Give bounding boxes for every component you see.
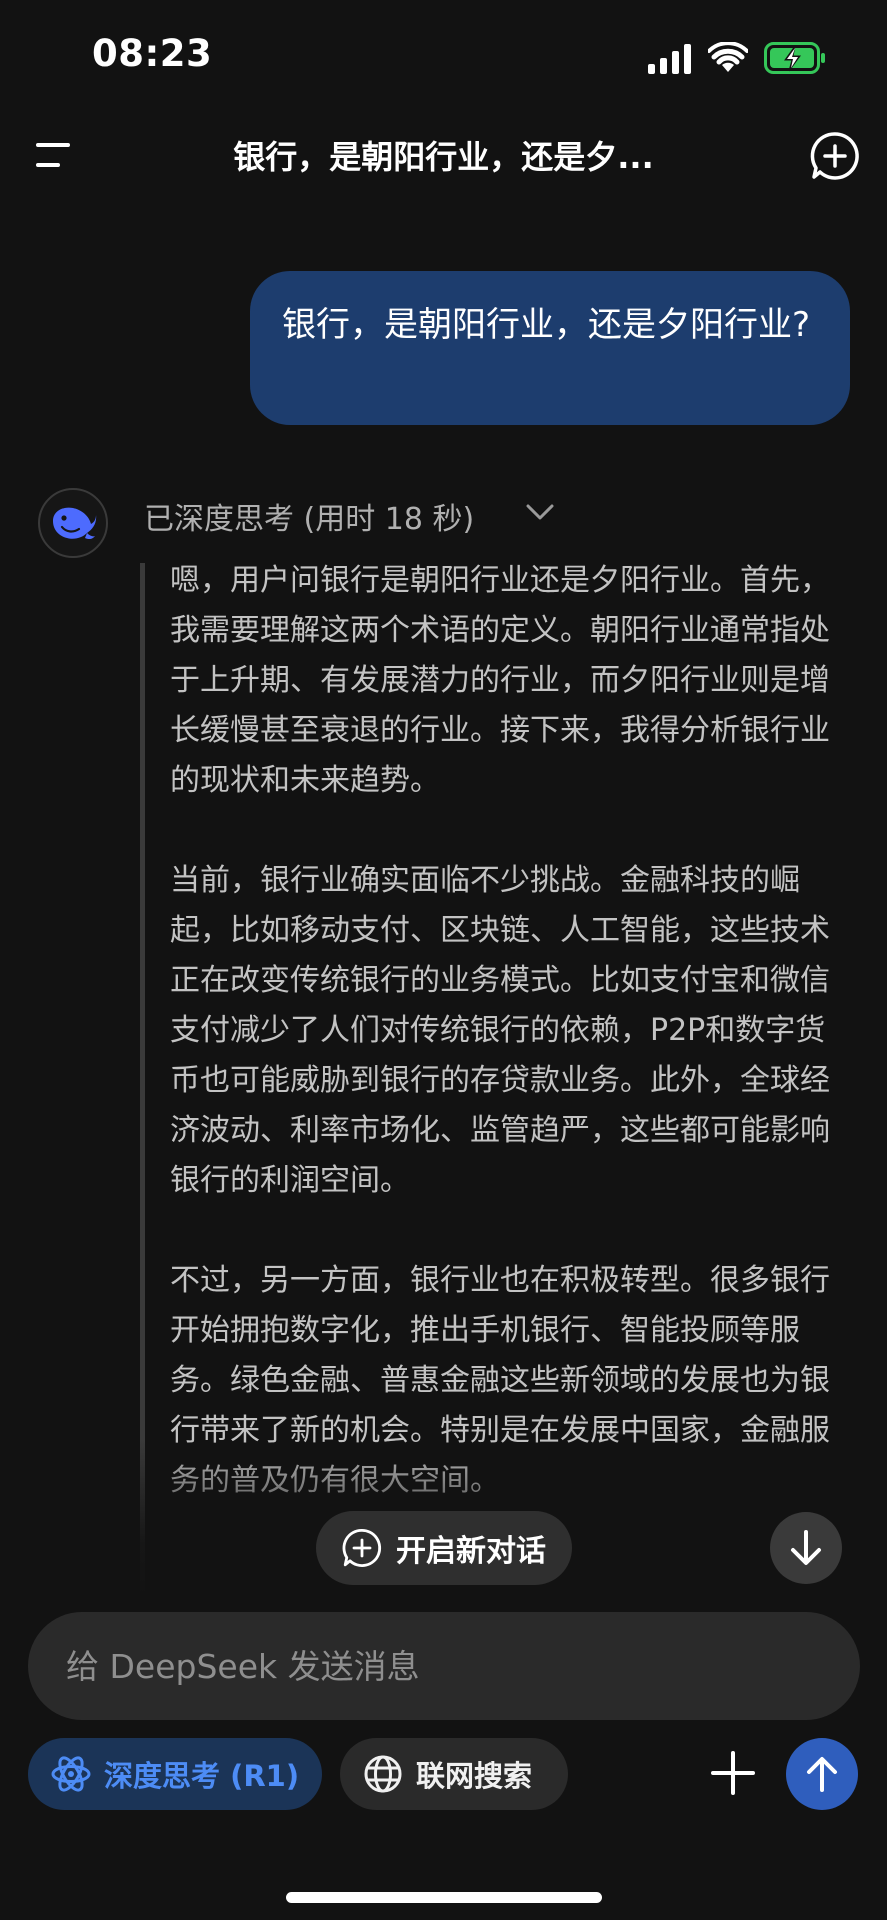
web-search-label: 联网搜索 (416, 1759, 533, 1793)
web-search-toggle[interactable]: 联网搜索 (340, 1738, 568, 1810)
cellular-signal-icon (648, 44, 691, 74)
attach-plus-icon[interactable] (708, 1748, 758, 1798)
wifi-icon (708, 42, 748, 72)
status-time: 08:23 (92, 32, 213, 75)
atom-icon (51, 1756, 91, 1792)
new-chat-icon[interactable] (810, 131, 860, 181)
new-dialog-label: 开启新对话 (396, 1534, 546, 1569)
new-dialog-button[interactable]: 开启新对话 (316, 1511, 572, 1585)
chevron-down-icon[interactable] (524, 500, 556, 524)
arrow-down-icon (791, 1530, 821, 1565)
arrow-up-icon (807, 1757, 837, 1792)
deep-think-label: 深度思考 (R1) (104, 1759, 300, 1793)
battery-charging-icon (764, 42, 825, 74)
message-input[interactable] (64, 1645, 828, 1687)
globe-icon (364, 1755, 402, 1793)
user-message-bubble: 银行，是朝阳行业，还是夕阳行业? (250, 271, 850, 425)
thinking-content: 嗯，用户问银行是朝阳行业还是夕阳行业。首先，我需要理解这两个术语的定义。朝阳行业… (170, 556, 850, 1556)
scroll-to-bottom-button[interactable] (770, 1512, 842, 1584)
conversation-title: 银行，是朝阳行业，还是夕... (233, 138, 654, 176)
deepseek-whale-icon (53, 507, 97, 540)
menu-icon[interactable] (34, 140, 74, 170)
thinking-paragraph: 当前，银行业确实面临不少挑战。金融科技的崛起，比如移动支付、区块链、人工智能，这… (170, 863, 830, 1198)
new-chat-icon (342, 1528, 382, 1567)
deep-think-toggle[interactable]: 深度思考 (R1) (28, 1738, 322, 1810)
deepseek-avatar (38, 488, 108, 558)
send-button[interactable] (786, 1738, 858, 1810)
thinking-paragraph: 嗯，用户问银行是朝阳行业还是夕阳行业。首先，我需要理解这两个术语的定义。朝阳行业… (170, 563, 830, 798)
message-composer[interactable] (28, 1612, 860, 1720)
thinking-status-label[interactable]: 已深度思考 (用时 18 秒) (144, 494, 474, 538)
thinking-quote-bar (140, 563, 145, 1593)
home-indicator (286, 1892, 602, 1903)
